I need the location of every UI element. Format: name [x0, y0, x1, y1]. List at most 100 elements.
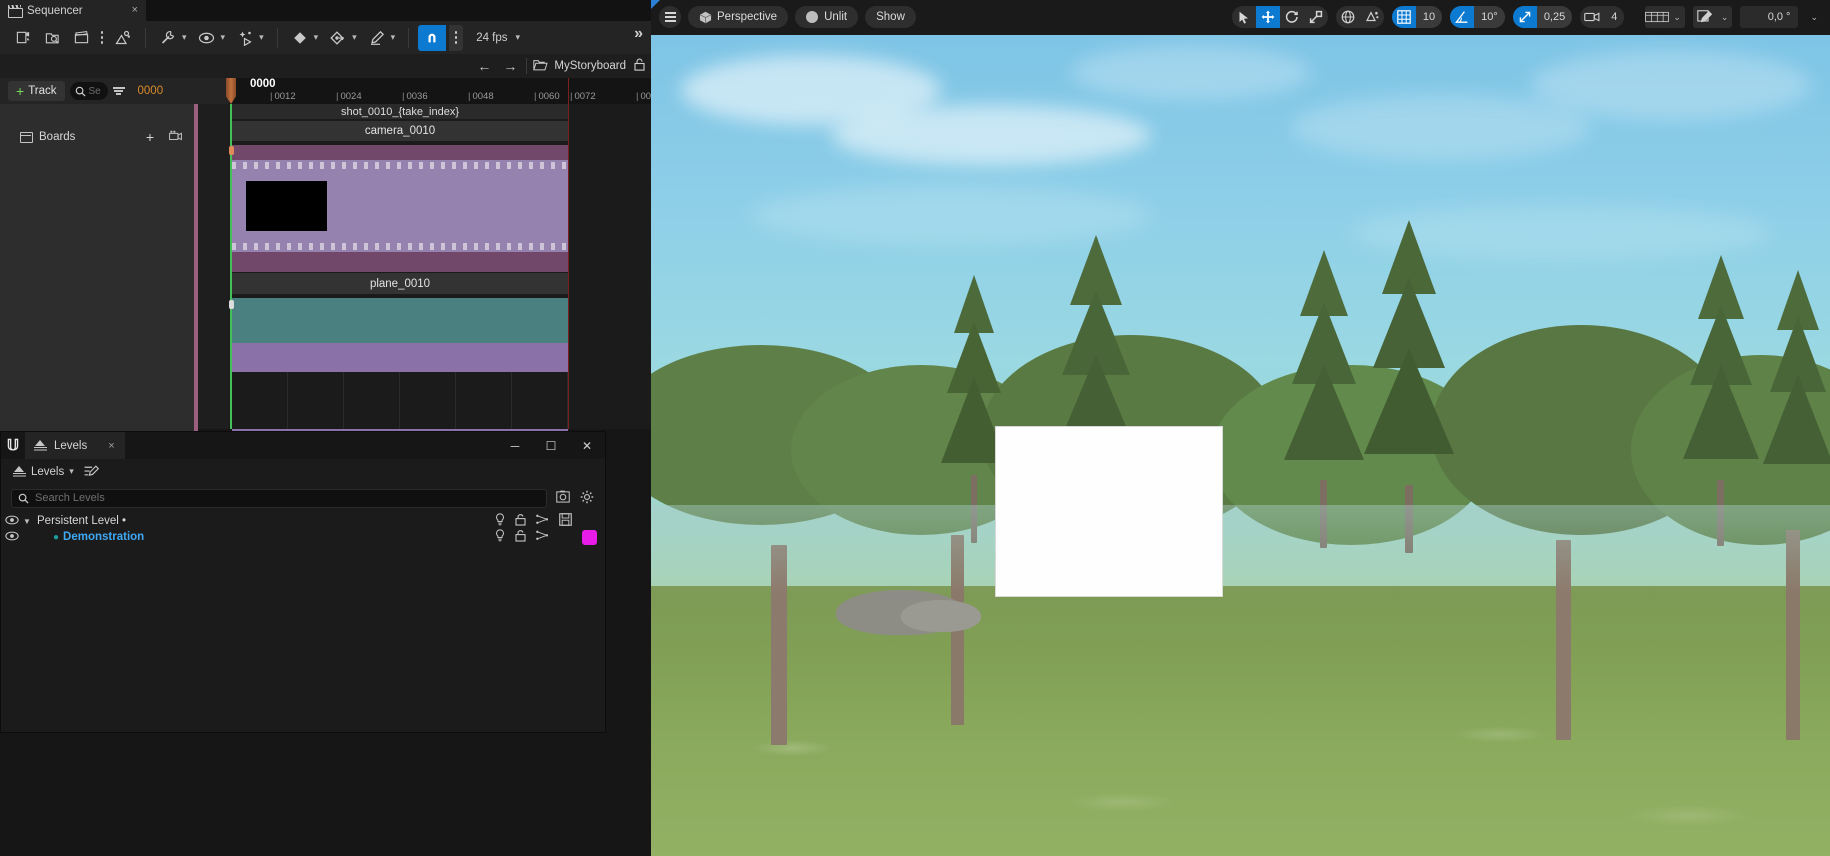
- show-menu-button[interactable]: Show: [865, 6, 916, 28]
- maximize-button[interactable]: ☐: [533, 432, 569, 459]
- list-item[interactable]: ▼ Persistent Level •: [1, 513, 605, 529]
- board-camera-icon[interactable]: [169, 130, 182, 144]
- levels-menu-button[interactable]: Levels ▾: [13, 466, 74, 478]
- lock-icon[interactable]: [515, 513, 526, 529]
- chevron-down-icon[interactable]: ▾: [69, 466, 74, 477]
- chevron-down-icon[interactable]: ▾: [516, 32, 521, 43]
- level-color-swatch[interactable]: [582, 529, 597, 545]
- view-mode-button[interactable]: Perspective: [688, 6, 789, 28]
- chevron-down-icon[interactable]: ▾: [352, 32, 357, 43]
- minimize-button[interactable]: ─: [497, 432, 533, 459]
- grid-snap-value[interactable]: 10: [1415, 6, 1443, 28]
- gear-icon[interactable]: [579, 490, 595, 507]
- track-keyframe-marker[interactable]: [229, 146, 234, 155]
- track-camera-subsection[interactable]: [232, 252, 568, 272]
- take-recorder-icon[interactable]: [68, 25, 94, 51]
- tab-levels[interactable]: Levels ×: [25, 432, 125, 459]
- nav-back-icon[interactable]: ←: [474, 58, 494, 74]
- track-plane-section-teal[interactable]: [232, 298, 568, 343]
- close-icon[interactable]: ×: [108, 440, 114, 452]
- levels-title-bar[interactable]: 𝕌 Levels × ─ ☐ ✕: [1, 432, 605, 459]
- level-detail-icon[interactable]: [536, 514, 549, 528]
- chevron-down-icon[interactable]: ⌄: [1717, 12, 1733, 23]
- selected-plane-actor[interactable]: [995, 426, 1223, 597]
- chevron-down-icon[interactable]: ▾: [182, 32, 187, 43]
- add-board-button[interactable]: +: [146, 129, 154, 145]
- view-options-menu[interactable]: ▾: [194, 25, 230, 51]
- lighting-mode-button[interactable]: Unlit: [795, 6, 859, 28]
- chevron-down-icon[interactable]: ▾: [221, 32, 226, 43]
- toolbar-overflow-icon[interactable]: [97, 27, 107, 49]
- move-gizmo-icon[interactable]: [1255, 6, 1280, 28]
- pencil-icon[interactable]: [364, 25, 390, 51]
- wrench-icon[interactable]: [155, 25, 181, 51]
- filter-icon[interactable]: [112, 87, 125, 95]
- visibility-eye-icon[interactable]: [1, 515, 23, 528]
- grid-snap-icon[interactable]: [1391, 6, 1416, 28]
- folder-icon[interactable]: [533, 59, 549, 74]
- world-space-icon[interactable]: [1336, 6, 1360, 28]
- visibility-eye-icon[interactable]: [1, 531, 23, 544]
- cursor-select-icon[interactable]: [1232, 6, 1256, 28]
- rotate-gizmo-icon[interactable]: [1280, 6, 1304, 28]
- chevron-down-icon[interactable]: ▾: [391, 32, 396, 43]
- key-tangent-menu[interactable]: ▾: [325, 25, 361, 51]
- auto-key-menu[interactable]: ▾: [232, 25, 268, 51]
- actions-menu[interactable]: ▾: [155, 25, 191, 51]
- snap-toggle-button[interactable]: [418, 24, 447, 51]
- curve-editor-menu[interactable]: ▾: [364, 25, 400, 51]
- tab-sequencer[interactable]: Sequencer ×: [0, 0, 146, 21]
- track-camera[interactable]: camera_0010: [232, 121, 568, 141]
- edit-levels-button[interactable]: [84, 464, 100, 479]
- find-sequence-icon[interactable]: [39, 25, 65, 51]
- chevron-down-icon[interactable]: ⌄: [1669, 12, 1685, 23]
- outliner-item-boards[interactable]: Boards +: [0, 127, 194, 147]
- lock-icon[interactable]: [515, 529, 526, 545]
- snap-options-icon[interactable]: [449, 24, 464, 51]
- surface-snap-icon[interactable]: [1360, 6, 1384, 28]
- track-plane-section-lavender[interactable]: [232, 343, 568, 372]
- camera-speed-value[interactable]: 4: [1604, 6, 1625, 28]
- scale-snap-value[interactable]: 0,25: [1536, 6, 1573, 28]
- lock-icon[interactable]: [634, 58, 645, 74]
- nav-forward-icon[interactable]: →: [500, 58, 520, 74]
- sparkle-play-icon[interactable]: [232, 25, 258, 51]
- add-track-button[interactable]: + Track: [8, 81, 65, 101]
- screenshot-icon[interactable]: [1693, 6, 1717, 28]
- level-detail-icon[interactable]: [536, 530, 549, 544]
- key-interpolation-menu[interactable]: ▾: [287, 25, 323, 51]
- track-shot[interactable]: shot_0010_{take_index}: [232, 104, 568, 119]
- list-item[interactable]: ● Demonstration: [1, 529, 605, 545]
- scale-snap-icon[interactable]: [1512, 6, 1537, 28]
- level-snapshot-icon[interactable]: [555, 490, 571, 506]
- angle-snap-icon[interactable]: [1450, 6, 1475, 28]
- chevron-down-icon[interactable]: ▾: [259, 32, 264, 43]
- track-filmstrip-section[interactable]: [232, 160, 568, 252]
- keyframe-diamond-icon[interactable]: [287, 25, 313, 51]
- chevron-down-icon[interactable]: ⌄: [1806, 12, 1822, 23]
- create-camera-icon[interactable]: [10, 25, 36, 51]
- add-actor-icon[interactable]: [110, 25, 136, 51]
- close-icon[interactable]: ×: [132, 4, 138, 16]
- close-button[interactable]: ✕: [569, 432, 605, 459]
- scale-gizmo-icon[interactable]: [1304, 6, 1328, 28]
- eye-icon[interactable]: [194, 25, 220, 51]
- track-plane[interactable]: plane_0010: [232, 273, 568, 294]
- camera-speed-icon[interactable]: [1580, 6, 1604, 28]
- rotation-value-field[interactable]: 0,0 °: [1740, 6, 1799, 28]
- track-search-input[interactable]: Se: [69, 82, 108, 100]
- current-frame-field[interactable]: 0000: [138, 85, 164, 97]
- save-level-icon[interactable]: [559, 513, 572, 529]
- expand-triangle-icon[interactable]: ▼: [23, 517, 37, 526]
- track-plane-keyframe-marker[interactable]: [229, 300, 234, 309]
- levels-search-input[interactable]: Search Levels: [11, 488, 547, 508]
- toolbar-expand-icon[interactable]: »: [634, 25, 643, 43]
- viewport-layout-icon[interactable]: [1645, 6, 1670, 28]
- keyframe-key-icon[interactable]: [325, 25, 351, 51]
- viewport-3d-scene[interactable]: [651, 35, 1830, 856]
- track-camera-cut-section[interactable]: [232, 145, 568, 160]
- lighting-scenario-icon[interactable]: [495, 513, 505, 529]
- viewport-menu-button[interactable]: [659, 6, 681, 28]
- angle-snap-value[interactable]: 10°: [1474, 6, 1505, 28]
- chevron-down-icon[interactable]: ▾: [314, 32, 319, 43]
